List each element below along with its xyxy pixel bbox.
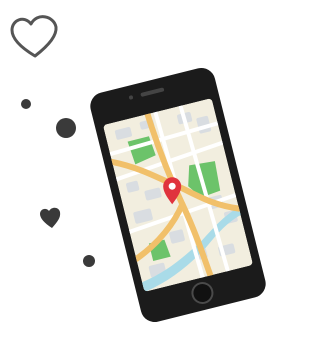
illustration-svg xyxy=(10,15,266,323)
decor-dot-small-top xyxy=(21,99,31,109)
heart-filled-icon xyxy=(40,207,61,228)
illustration-canvas xyxy=(0,0,270,333)
heart-outline-icon xyxy=(10,15,58,58)
decor-dot-large xyxy=(56,118,76,138)
decor-dot-small-bottom xyxy=(83,255,95,267)
decor-left xyxy=(10,15,95,267)
phone xyxy=(90,67,266,323)
map-screen xyxy=(102,98,254,292)
